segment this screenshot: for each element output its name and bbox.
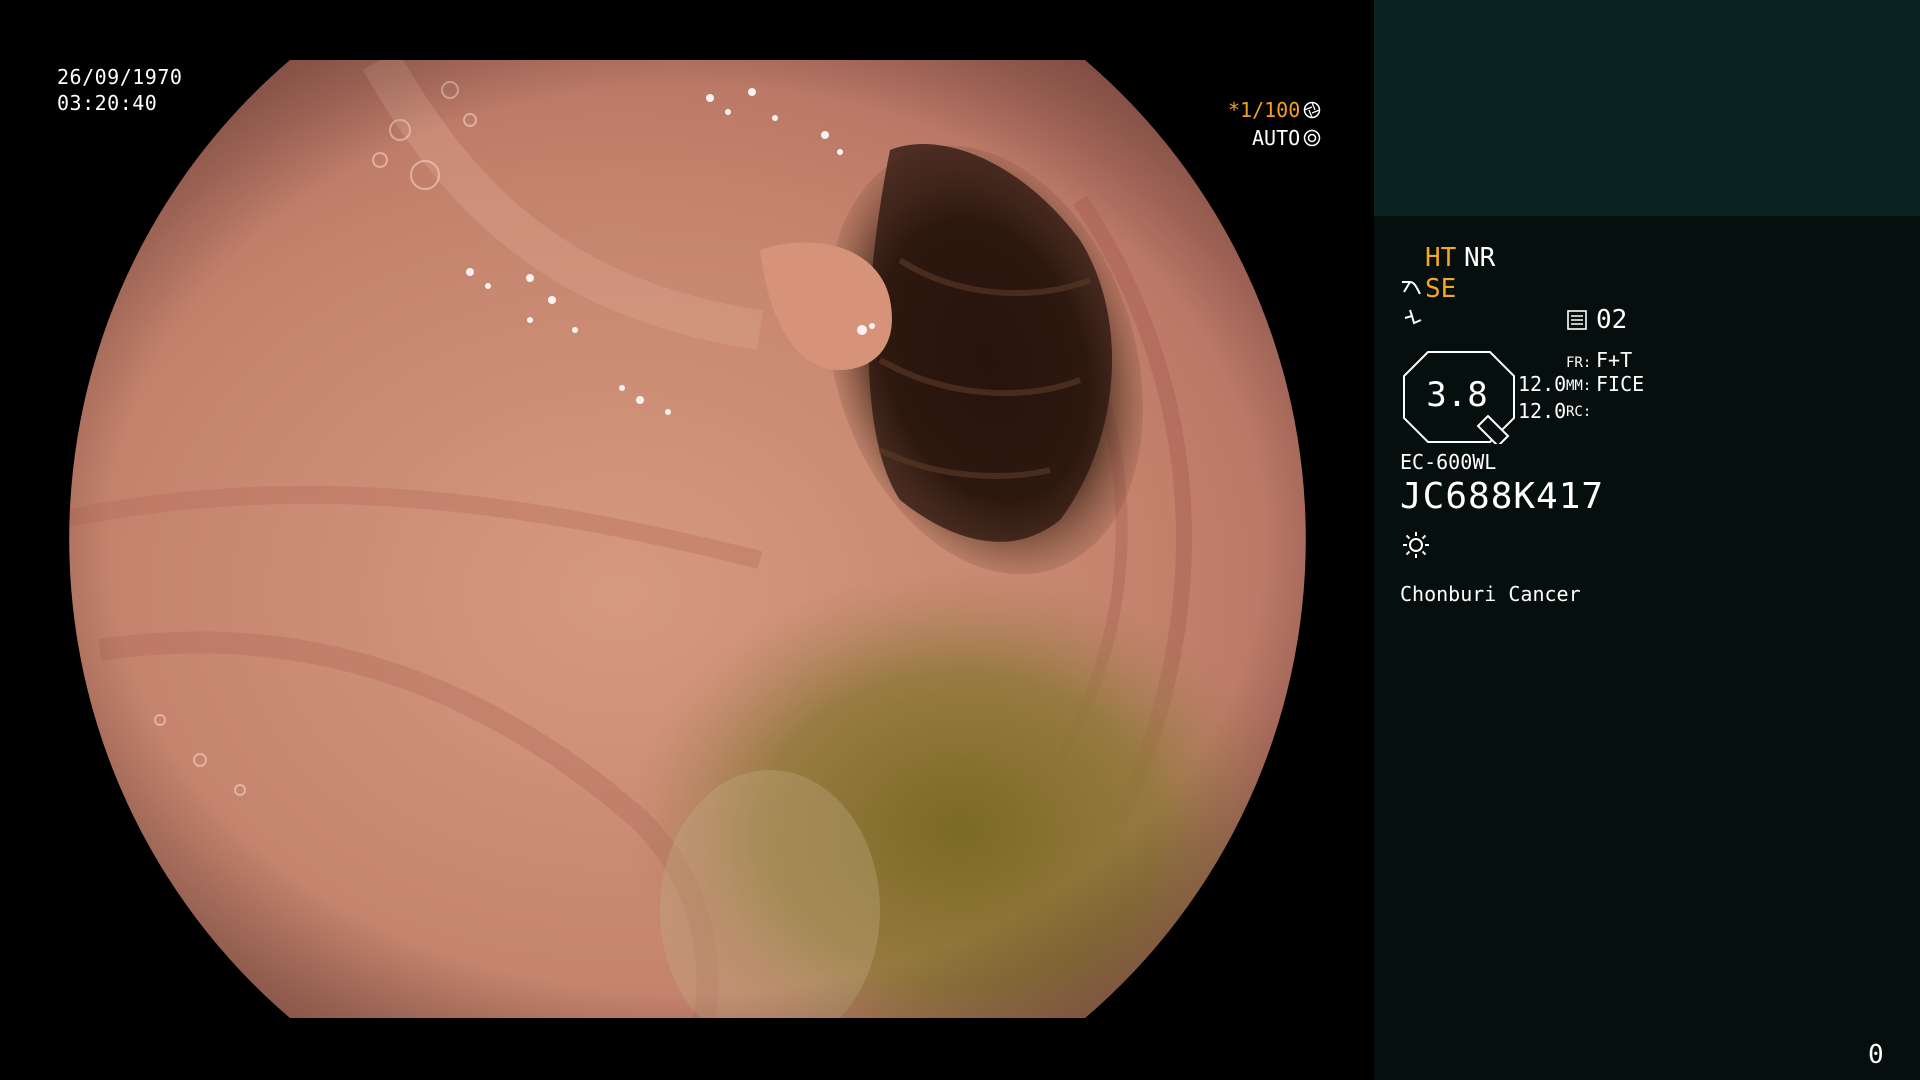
gauge-value: 3.8 [1426, 375, 1488, 415]
scissors-icon [1402, 281, 1421, 295]
fr-label: FR: [1566, 355, 1592, 371]
mm-label: MM: [1566, 378, 1592, 394]
fr-value: F+T [1596, 348, 1633, 372]
shutter-readout: *1/100 [1228, 98, 1321, 122]
lamp-icon [1403, 532, 1429, 558]
shutter-icon [1304, 101, 1321, 119]
auto-iris-icon [1303, 129, 1321, 147]
lines-icon [1567, 310, 1587, 330]
ht-indicator: HT [1425, 243, 1457, 273]
info-panel-header [1374, 0, 1920, 216]
nr-indicator: NR [1464, 243, 1496, 273]
serial-number: JC688K417 [1400, 476, 1605, 517]
value-2: 12.0 [1518, 399, 1567, 423]
shutter-speed: *1/100 [1228, 98, 1301, 122]
image-counter: 0 [1868, 1040, 1884, 1070]
exam-time: 03:20:40 [57, 91, 158, 115]
exam-date: 26/09/1970 [57, 65, 183, 89]
channel-number: 02 [1596, 305, 1628, 335]
se-indicator: SE [1425, 274, 1457, 304]
iris-mode: AUTO [1252, 126, 1301, 150]
endoscopy-image [69, 60, 1306, 1018]
scope-model: EC-600WL [1400, 450, 1497, 474]
flash-icon [1404, 309, 1422, 325]
value-1: 12.0 [1518, 372, 1567, 396]
mm-value: FICE [1596, 372, 1645, 396]
hospital-name: Chonburi Cancer [1400, 582, 1581, 606]
rc-label: RC: [1566, 404, 1592, 420]
iris-mode-readout: AUTO [1252, 126, 1321, 150]
